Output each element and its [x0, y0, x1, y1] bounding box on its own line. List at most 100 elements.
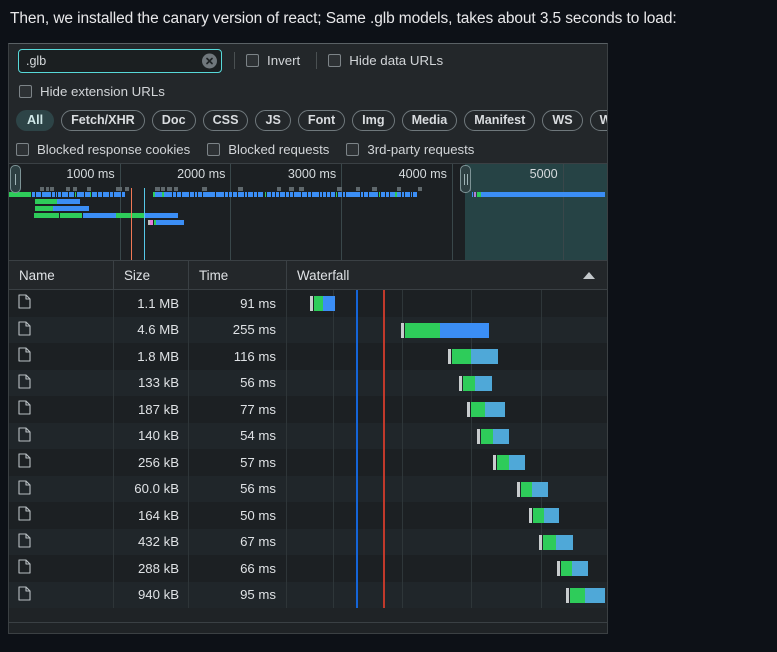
type-filter-media[interactable]: Media — [401, 109, 458, 131]
overview-request-bar — [279, 192, 286, 197]
hide-extension-urls-checkbox[interactable]: Hide extension URLs — [19, 84, 165, 99]
clear-filter-icon[interactable] — [202, 53, 217, 68]
waterfall-dcl-marker — [355, 316, 358, 343]
invert-checkbox[interactable]: Invert — [246, 53, 300, 68]
overview-request-bar — [395, 192, 397, 197]
column-header-name[interactable]: Name — [9, 261, 114, 289]
waterfall-dcl-marker — [355, 369, 358, 396]
waterfall-waiting-segment — [543, 534, 556, 550]
hide-data-urls-label: Hide data URLs — [349, 53, 444, 68]
overview-request-bar — [244, 192, 248, 197]
type-filter-img[interactable]: Img — [352, 109, 395, 131]
overview-request-bar — [42, 192, 47, 197]
overview-request-bar — [385, 192, 389, 197]
waterfall-queue-segment — [492, 455, 496, 470]
file-icon — [18, 294, 31, 312]
overview-request-bar — [191, 192, 195, 197]
waterfall-queue-segment — [447, 349, 451, 364]
type-filter-css[interactable]: CSS — [202, 109, 249, 131]
waterfall-download-segment — [485, 402, 505, 417]
type-filter-ws[interactable]: WS — [542, 109, 583, 131]
third-party-requests-checkbox[interactable]: 3rd-party requests — [346, 142, 474, 157]
cell-name — [9, 369, 114, 396]
table-row[interactable]: 288 kB 66 ms — [9, 555, 607, 582]
blocked-requests-checkbox[interactable]: Blocked requests — [207, 142, 329, 157]
overview-request-bar — [267, 192, 271, 197]
table-row[interactable]: 1.1 MB 91 ms — [9, 290, 607, 317]
cell-waterfall — [287, 396, 607, 423]
overview-request-bar — [327, 192, 330, 197]
waterfall-gridline — [333, 343, 335, 370]
type-filter-js[interactable]: JS — [255, 109, 291, 131]
type-filter-fetch-xhr[interactable]: Fetch/XHR — [61, 109, 145, 131]
overview-request-bar — [302, 192, 307, 197]
table-row[interactable]: 133 kB 56 ms — [9, 369, 607, 396]
overview-request-bar — [63, 192, 66, 197]
waterfall-waiting-segment — [520, 481, 533, 497]
overview-request-bar — [219, 192, 225, 197]
cell-time: 56 ms — [189, 475, 287, 502]
overview-request-bar — [378, 192, 381, 197]
filter-input-wrapper — [18, 48, 222, 73]
cell-name — [9, 290, 114, 317]
waterfall-load-marker — [383, 422, 385, 449]
waterfall-gridline — [333, 528, 335, 555]
table-row[interactable]: 187 kB 77 ms — [9, 396, 607, 423]
type-filter-wasm[interactable]: Wasm — [589, 109, 607, 131]
overview-left-drag-handle[interactable] — [10, 165, 21, 193]
overview-request-bar — [216, 192, 219, 197]
table-row[interactable]: 60.0 kB 56 ms — [9, 475, 607, 502]
type-filter-doc[interactable]: Doc — [151, 109, 196, 131]
cell-size: 288 kB — [114, 555, 189, 582]
overview-request-bar — [355, 192, 361, 197]
waterfall-waiting-segment — [560, 561, 573, 576]
filter-divider-2 — [316, 52, 318, 69]
type-filter-font[interactable]: Font — [297, 109, 346, 131]
overview-gridline — [451, 164, 453, 260]
table-row[interactable]: 1.8 MB 116 ms — [9, 343, 607, 370]
waterfall-gridline — [402, 449, 404, 476]
table-row[interactable]: 940 kB 95 ms — [9, 581, 607, 608]
overview-request-bar — [293, 192, 298, 197]
waterfall-dcl-marker — [355, 422, 358, 449]
overview-right-drag-handle[interactable] — [460, 165, 472, 193]
waterfall-load-marker — [383, 555, 385, 582]
overview-request-bar — [338, 192, 343, 197]
column-header-time[interactable]: Time — [189, 261, 287, 289]
cell-waterfall — [287, 555, 607, 582]
overview-request-bar — [476, 192, 481, 197]
cell-size: 4.6 MB — [114, 316, 189, 343]
hide-data-urls-checkbox[interactable]: Hide data URLs — [328, 53, 443, 68]
blocked-response-cookies-checkbox[interactable]: Blocked response cookies — [16, 142, 190, 157]
table-row[interactable]: 140 kB 54 ms — [9, 422, 607, 449]
table-body: 1.1 MB 91 ms 4.6 MB 255 ms 1.8 MB 116 ms 133 k… — [9, 290, 607, 608]
network-overview-timeline[interactable]: 1000 ms 2000 ms 3000 ms 4000 ms 5000 — [9, 164, 607, 261]
type-filter-manifest[interactable]: Manifest — [464, 109, 536, 131]
table-row[interactable]: 432 kB 67 ms — [9, 528, 607, 555]
table-row[interactable]: 164 kB 50 ms — [9, 502, 607, 529]
table-row[interactable]: 4.6 MB 255 ms — [9, 316, 607, 343]
column-header-size[interactable]: Size — [114, 261, 189, 289]
file-icon — [18, 480, 31, 498]
overview-request-bar — [232, 192, 238, 197]
overview-request-bar — [401, 192, 404, 197]
overview-request-bar — [116, 187, 122, 191]
column-header-waterfall[interactable]: Waterfall — [287, 261, 607, 289]
overview-request-bar — [412, 192, 417, 197]
overview-request-bar — [336, 187, 342, 191]
waterfall-download-segment — [471, 349, 499, 364]
waterfall-load-marker — [383, 528, 385, 555]
type-filter-all[interactable]: All — [16, 109, 55, 131]
table-row[interactable]: 256 kB 57 ms — [9, 449, 607, 476]
file-icon — [18, 533, 31, 551]
sort-ascending-icon — [583, 271, 595, 279]
cell-time: 56 ms — [189, 369, 287, 396]
waterfall-gridline — [541, 396, 543, 423]
overview-request-bar — [307, 192, 312, 197]
overview-request-bar — [68, 192, 75, 197]
filter-input[interactable] — [18, 48, 222, 73]
overview-tick-label: 1000 ms — [66, 167, 115, 181]
waterfall-load-marker — [383, 502, 385, 529]
overview-request-bar — [109, 192, 113, 197]
overview-request-bar — [77, 192, 82, 197]
